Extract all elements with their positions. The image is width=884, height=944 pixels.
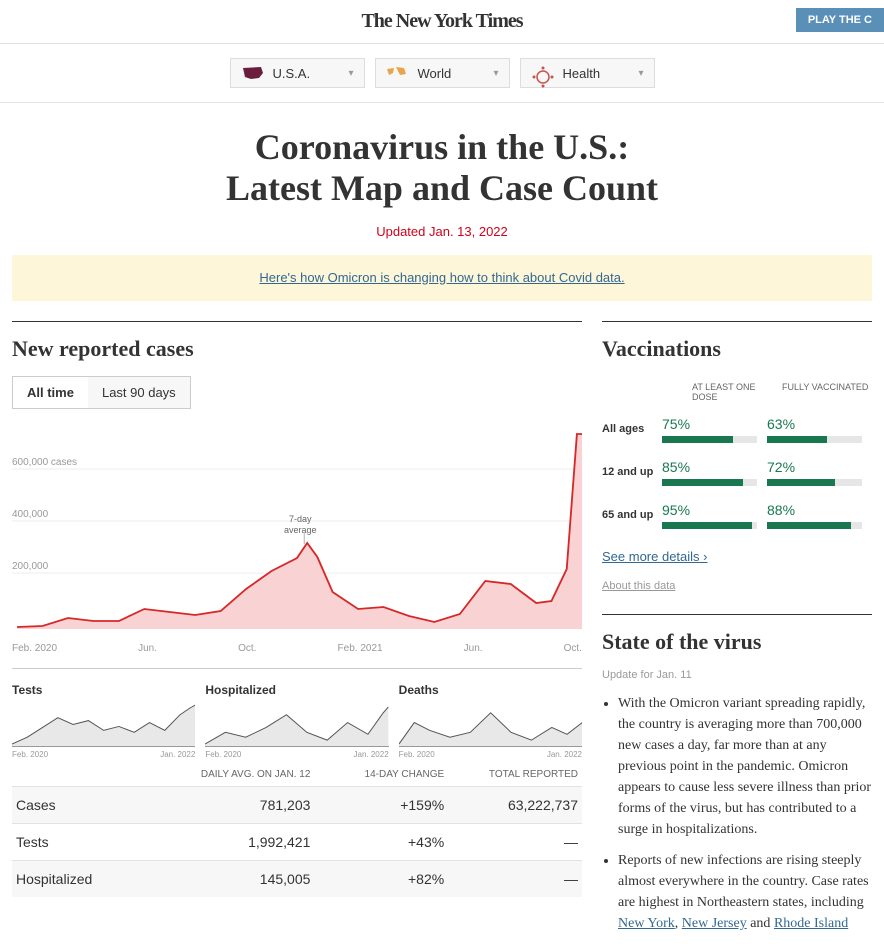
state-link[interactable]: New York: [618, 916, 675, 931]
banner-link[interactable]: Here's how Omicron is changing how to th…: [259, 270, 624, 285]
mini-title: Deaths: [399, 683, 582, 697]
stats-table-header: DAILY AVG. ON JAN. 12 14-DAY CHANGE TOTA…: [12, 759, 582, 786]
tab-all-time[interactable]: All time: [13, 377, 88, 408]
x-tick: Oct.: [564, 643, 582, 654]
vaccinations-heading: Vaccinations: [602, 336, 872, 362]
dropdown-label: U.S.A.: [273, 66, 311, 81]
list-item: With the Omicron variant spreading rapid…: [618, 693, 872, 840]
mini-title: Hospitalized: [205, 683, 388, 697]
cases-chart: 600,000 cases 400,000 200,000 7-dayavera…: [12, 429, 582, 629]
dropdown-label: World: [418, 66, 452, 81]
world-map-icon: [386, 65, 410, 81]
col-change: 14-DAY CHANGE: [310, 769, 444, 780]
virus-icon: [531, 65, 555, 81]
x-tick: Jun.: [464, 643, 483, 654]
col-avg: DAILY AVG. ON JAN. 12: [177, 769, 311, 780]
chevron-down-icon: ▾: [493, 68, 498, 79]
vac-row: 65 and up 95% 88%: [602, 494, 872, 537]
y-axis-label: 200,000: [12, 561, 48, 572]
x-axis: Feb. 2020 Jun. Oct. Feb. 2021 Jun. Oct.: [12, 639, 582, 669]
state-link[interactable]: New Jersey: [682, 916, 747, 931]
time-range-tabs: All time Last 90 days: [12, 376, 191, 409]
x-tick: Feb. 2021: [338, 643, 383, 654]
chevron-down-icon: ▾: [638, 68, 643, 79]
mini-chart-deaths: Deaths Feb. 2020Jan. 2022: [399, 683, 582, 759]
table-row: Hospitalized 145,005 +82% —: [12, 860, 582, 897]
tab-last-90[interactable]: Last 90 days: [88, 377, 190, 408]
x-tick: Oct.: [238, 643, 256, 654]
col-total: TOTAL REPORTED: [444, 769, 578, 780]
vac-row: All ages 75% 63%: [602, 408, 872, 451]
y-axis-label: 600,000 cases: [12, 457, 77, 468]
state-link[interactable]: Rhode Island: [774, 916, 848, 931]
dropdown-health[interactable]: Health ▾: [520, 58, 655, 88]
chevron-down-icon: ▾: [348, 68, 353, 79]
about-data-link[interactable]: About this data: [602, 580, 675, 592]
play-game-button[interactable]: PLAY THE C: [796, 8, 884, 32]
x-tick: Jun.: [138, 643, 157, 654]
usa-map-icon: [241, 65, 265, 81]
dropdown-label: Health: [563, 66, 601, 81]
mini-chart-hospitalized: Hospitalized Feb. 2020Jan. 2022: [205, 683, 388, 759]
table-row: Cases 781,203 +159% 63,222,737: [12, 786, 582, 823]
seven-day-annotation: 7-dayaverage: [284, 514, 317, 536]
table-row: Tests 1,992,421 +43% —: [12, 823, 582, 860]
omicron-banner: Here's how Omicron is changing how to th…: [12, 255, 872, 301]
state-bullets: With the Omicron variant spreading rapid…: [602, 693, 872, 934]
list-item: Reports of new infections are rising ste…: [618, 850, 872, 934]
state-update-date: Update for Jan. 11: [602, 669, 872, 681]
vac-row: 12 and up 85% 72%: [602, 451, 872, 494]
page-title: Coronavirus in the U.S.: Latest Map and …: [12, 127, 872, 210]
y-axis-label: 400,000: [12, 509, 48, 520]
cases-heading: New reported cases: [12, 336, 582, 362]
dropdown-world[interactable]: World ▾: [375, 58, 510, 88]
mini-chart-tests: Tests Feb. 2020Jan. 2022: [12, 683, 195, 759]
updated-date: Updated Jan. 13, 2022: [12, 224, 872, 239]
state-heading: State of the virus: [602, 629, 872, 655]
see-more-link[interactable]: See more details ›: [602, 549, 708, 564]
dropdown-usa[interactable]: U.S.A. ▾: [230, 58, 365, 88]
vac-table-header: AT LEAST ONE DOSE FULLY VACCINATED: [602, 376, 872, 408]
nav-dropdowns: U.S.A. ▾ World ▾ Health ▾: [0, 44, 884, 103]
site-logo: The New York Times: [0, 10, 884, 33]
mini-title: Tests: [12, 683, 195, 697]
x-tick: Feb. 2020: [12, 643, 57, 654]
